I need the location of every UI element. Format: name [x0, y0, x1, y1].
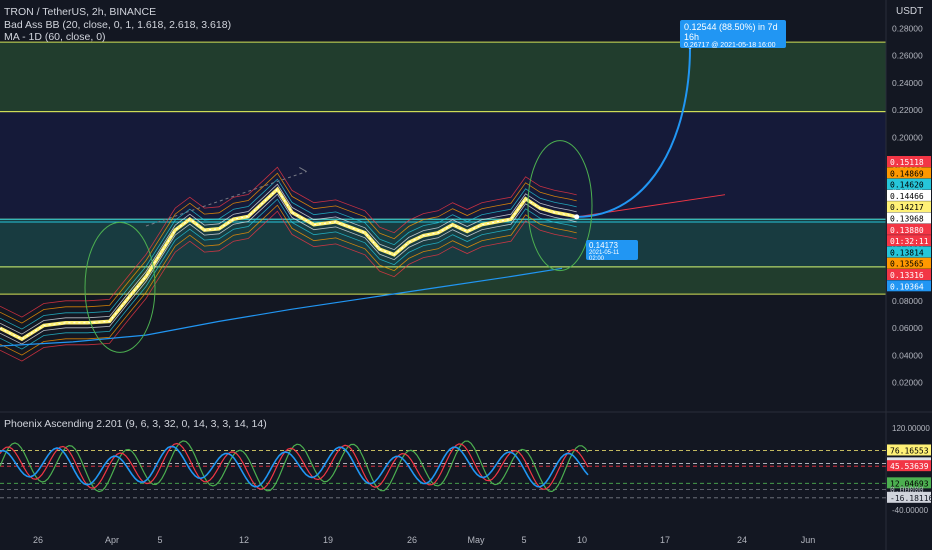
svg-text:0.13814: 0.13814 [890, 248, 924, 257]
x-tick-11: Jun [801, 535, 816, 545]
y-tick-4: 0.20000 [892, 132, 923, 142]
svg-text:0.14217: 0.14217 [890, 203, 924, 212]
svg-text:0.13880: 0.13880 [890, 226, 924, 235]
price-label-3: 0.14466 [887, 189, 931, 201]
x-tick-7: 5 [521, 535, 526, 545]
current-label: 0.14173 [589, 241, 618, 250]
price-label-2: 0.14620 [887, 178, 931, 190]
x-tick-8: 10 [577, 535, 587, 545]
zone-0 [0, 42, 886, 112]
target-sub: 0.26717 @ 2021-05-18 16:00 [684, 42, 776, 49]
price-label-11: 0.10364 [887, 280, 931, 292]
price-label-0: 0.15118 [887, 156, 931, 167]
oscillator-pane: 120.00000-40.0000076.1655351.0253445.536… [0, 424, 932, 515]
y-tick-0: 0.28000 [892, 23, 923, 33]
currency-label[interactable]: USDT [896, 6, 923, 17]
x-tick-0: 26 [33, 535, 43, 545]
x-tick-3: 12 [239, 535, 249, 545]
x-tick-2: 5 [157, 535, 162, 545]
osc-label-2: 45.53639 [887, 460, 931, 472]
x-tick-9: 17 [660, 535, 670, 545]
x-tick-6: May [467, 535, 485, 545]
y-tick-11: 0.06000 [892, 323, 923, 333]
y-tick-2: 0.24000 [892, 78, 923, 88]
price-label-10: 0.13316 [887, 269, 931, 280]
svg-text:0.13316: 0.13316 [890, 271, 924, 280]
price-label-6: 0.13880 [887, 223, 931, 235]
target-callout: 0.12544 (88.50%) in 7d 16h 0.26717 @ 202… [680, 20, 786, 49]
svg-text:0.14869: 0.14869 [890, 169, 924, 178]
price-label-8: 0.13814 [887, 246, 931, 258]
svg-text:01:32:11: 01:32:11 [890, 237, 929, 246]
price-label-4: 0.14217 [887, 201, 931, 213]
y-tick-1: 0.26000 [892, 51, 923, 61]
x-tick-1: Apr [105, 535, 119, 545]
price-axis: 0.280000.260000.240000.220000.200000.180… [887, 23, 931, 388]
y-tick-10: 0.08000 [892, 296, 923, 306]
bb-legend: Bad Ass BB (20, close, 0, 1, 1.618, 2.61… [4, 19, 232, 31]
osc-blue [0, 445, 589, 488]
current-sub: 2021-05-11 02:00 [589, 250, 620, 262]
ma-legend: MA - 1D (60, close, 0) [4, 31, 106, 43]
x-tick-10: 24 [737, 535, 747, 545]
svg-text:0.10364: 0.10364 [890, 282, 924, 291]
oscillator-legend: Phoenix Ascending 2.201 (9, 6, 3, 32, 0,… [4, 418, 267, 430]
current-dot [574, 214, 580, 220]
osc-tick-1: -40.00000 [892, 506, 929, 515]
svg-text:0.15118: 0.15118 [890, 158, 924, 167]
svg-text:0.14620: 0.14620 [890, 181, 924, 190]
zone-1 [0, 111, 886, 220]
svg-text:0.14466: 0.14466 [890, 192, 924, 201]
y-tick-12: 0.04000 [892, 350, 923, 360]
trading-chart[interactable]: 120.00000-40.0000076.1655351.0253445.536… [0, 0, 932, 550]
svg-text:0.13968: 0.13968 [890, 215, 924, 224]
price-label-7: 01:32:11 [887, 235, 931, 247]
price-label-9: 0.13565 [887, 257, 931, 269]
svg-text:76.16553: 76.16553 [890, 446, 929, 455]
osc-label-5: -16.18116 [887, 491, 932, 503]
svg-text:0.13565: 0.13565 [890, 260, 924, 269]
symbol-legend: TRON / TetherUS, 2h, BINANCE [4, 6, 157, 18]
osc-tick-0: 120.00000 [892, 424, 930, 433]
osc-label-0: 76.16553 [887, 444, 931, 456]
x-tick-5: 26 [407, 535, 417, 545]
target-label: 0.12544 (88.50%) in 7d 16h [684, 22, 778, 42]
current-callout: 0.14173 2021-05-11 02:00 [586, 240, 638, 262]
x-tick-4: 19 [323, 535, 333, 545]
svg-text:45.53639: 45.53639 [890, 462, 929, 471]
time-axis: 26 Apr 5 12 19 26 May 5 10 17 24 Jun [33, 535, 815, 545]
svg-text:-16.18116: -16.18116 [890, 494, 932, 503]
price-label-1: 0.14869 [887, 167, 931, 179]
price-label-5: 0.13968 [887, 212, 931, 224]
y-tick-3: 0.22000 [892, 105, 923, 115]
y-tick-13: 0.02000 [892, 378, 923, 388]
zones-layer [0, 41, 886, 295]
